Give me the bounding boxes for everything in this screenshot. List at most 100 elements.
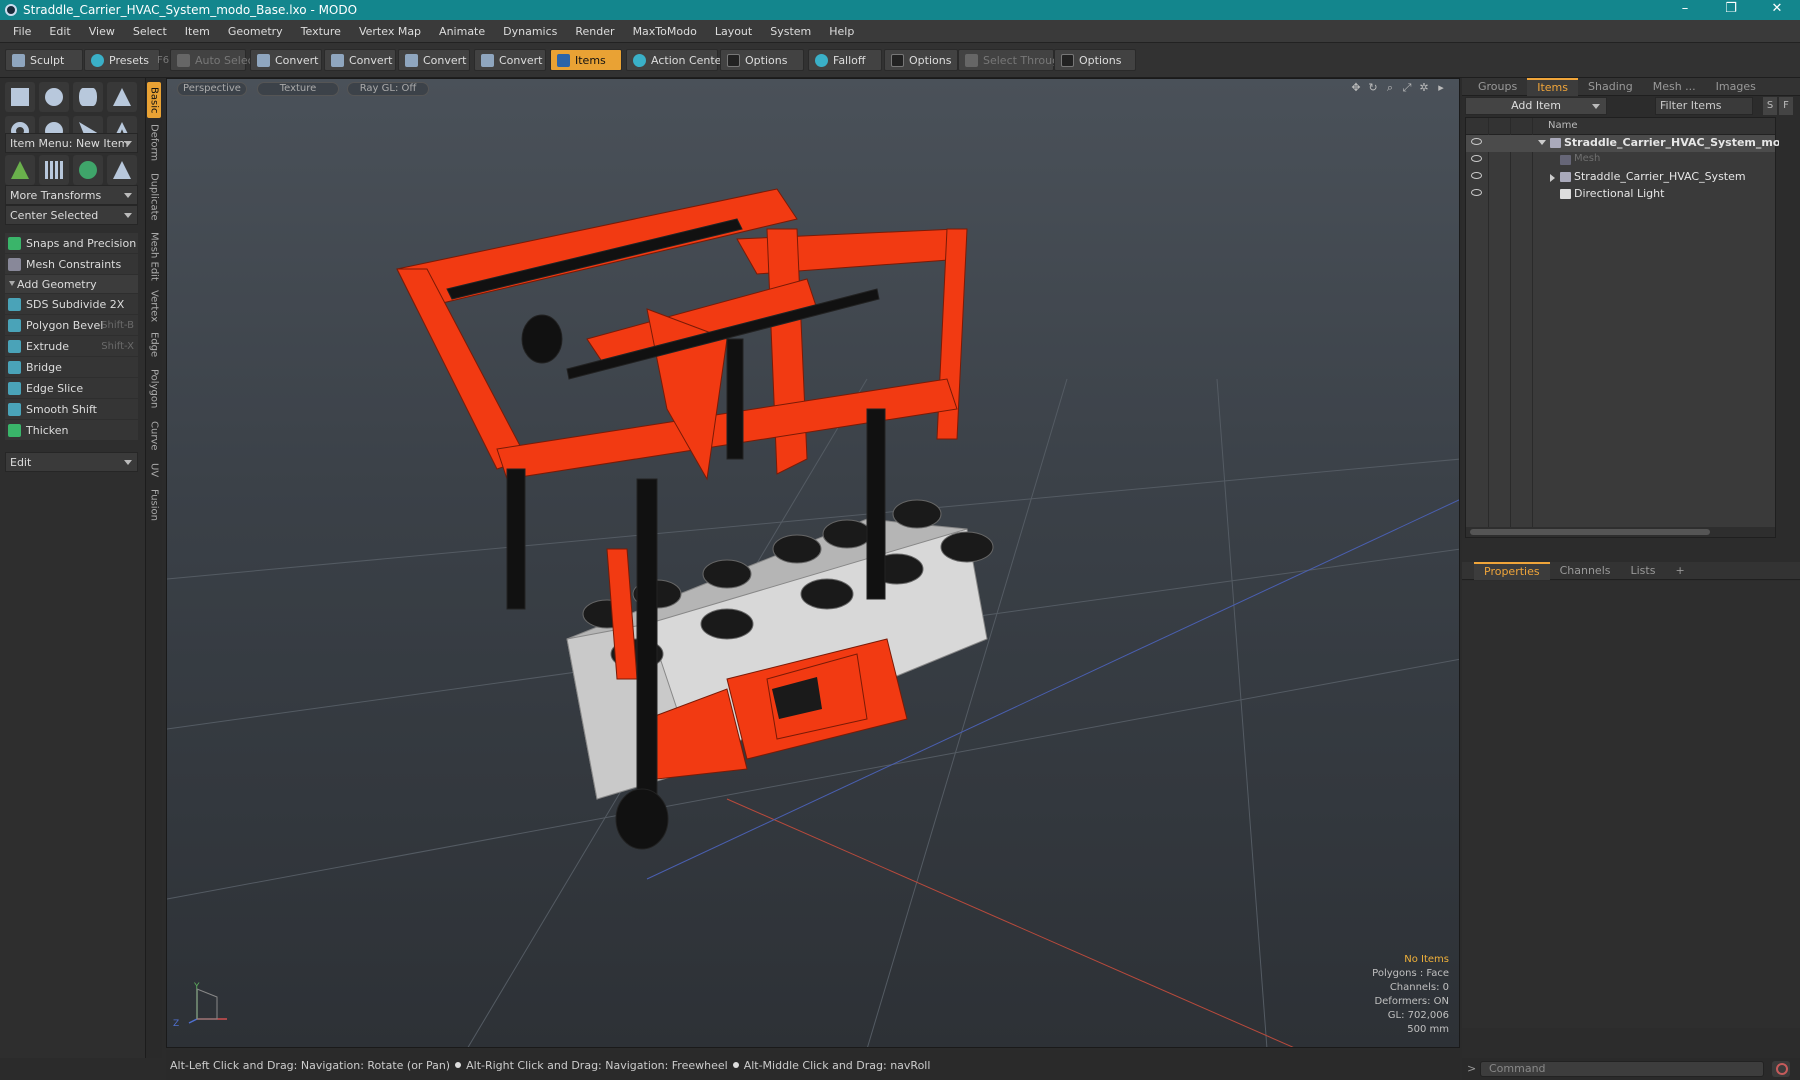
scrollbar-thumb[interactable]	[1470, 529, 1710, 535]
viewport-menu-icon[interactable]: ▸	[1435, 82, 1447, 94]
menu-animate[interactable]: Animate	[430, 25, 494, 38]
menu-geometry[interactable]: Geometry	[219, 25, 292, 38]
tab-polygon[interactable]: Polygon	[147, 364, 161, 414]
3d-viewport[interactable]: Perspective Texture Ray GL: Off ✥ ↻ ⌕ ⤢ …	[166, 78, 1460, 1048]
fit-view-icon[interactable]: ⤢	[1401, 82, 1413, 94]
viewport-settings-icon[interactable]: ✲	[1418, 82, 1430, 94]
extrude-button[interactable]: Extrude Shift-X	[5, 336, 138, 356]
menu-help[interactable]: Help	[820, 25, 863, 38]
menu-render[interactable]: Render	[566, 25, 623, 38]
polygon-bevel-button[interactable]: Polygon Bevel Shift-B	[5, 315, 138, 335]
tab-deform[interactable]: Deform	[147, 120, 161, 166]
maximize-button[interactable]: ❐	[1708, 0, 1754, 20]
tab-groups[interactable]: Groups	[1462, 78, 1527, 96]
tab-shading[interactable]: Shading	[1578, 78, 1643, 96]
falloff-options-button[interactable]: Options	[884, 49, 958, 71]
filter-s-button[interactable]: S	[1763, 97, 1777, 115]
tree-row-group[interactable]: Straddle_Carrier_HVAC_System	[1466, 169, 1775, 186]
items-vertical-scrollbar[interactable]	[1779, 118, 1793, 538]
tab-edge[interactable]: Edge	[147, 328, 161, 362]
zoom-view-icon[interactable]: ⌕	[1384, 82, 1396, 94]
tab-properties[interactable]: Properties	[1474, 562, 1550, 580]
mesh-constraints-button[interactable]: Mesh Constraints	[5, 254, 138, 274]
tree-row-mesh[interactable]: Mesh	[1466, 152, 1775, 169]
filter-items-input[interactable]: Filter Items	[1655, 97, 1753, 115]
visibility-eye-icon[interactable]	[1471, 155, 1482, 162]
menu-view[interactable]: View	[80, 25, 124, 38]
menu-texture[interactable]: Texture	[292, 25, 350, 38]
bridge-button[interactable]: Bridge	[5, 357, 138, 377]
tab-mesh[interactable]: Mesh ...	[1643, 78, 1706, 96]
add-geometry-section[interactable]: Add Geometry	[5, 275, 138, 293]
select-through-options-button[interactable]: Options	[1054, 49, 1136, 71]
more-transforms-dropdown[interactable]: More Transforms	[5, 185, 138, 205]
menu-layout[interactable]: Layout	[706, 25, 761, 38]
menu-dynamics[interactable]: Dynamics	[494, 25, 566, 38]
shading-mode-selector[interactable]: Texture	[257, 82, 339, 96]
grid-tool[interactable]	[39, 155, 69, 185]
auto-select-button[interactable]: Auto Select	[170, 49, 258, 71]
select-through-button[interactable]: Select Through	[958, 49, 1066, 71]
raygl-toggle[interactable]: Ray GL: Off	[347, 82, 429, 96]
sculpt-button[interactable]: Sculpt	[5, 49, 83, 71]
move-view-icon[interactable]: ✥	[1350, 82, 1362, 94]
sphere-tool[interactable]	[39, 82, 69, 112]
convert-vertices-button[interactable]: Convert	[250, 49, 322, 71]
sds-subdivide-button[interactable]: SDS Subdivide 2X	[5, 294, 138, 314]
center-selected-dropdown[interactable]: Center Selected	[5, 205, 138, 225]
visibility-eye-icon[interactable]	[1471, 189, 1482, 196]
convert-edges-button[interactable]: Convert	[324, 49, 396, 71]
presets-button[interactable]: Presets F6	[84, 49, 169, 71]
snaps-and-precision-button[interactable]: Snaps and Precision	[5, 233, 138, 253]
tab-channels[interactable]: Channels	[1550, 562, 1621, 580]
items-horizontal-scrollbar[interactable]	[1466, 527, 1775, 537]
tab-mesh-edit[interactable]: Mesh Edit	[147, 228, 161, 284]
name-column-header[interactable]: Name	[1548, 120, 1578, 131]
tab-vertex[interactable]: Vertex	[147, 286, 161, 326]
add-item-dropdown[interactable]: Add Item	[1465, 97, 1607, 115]
smooth-shift-button[interactable]: Smooth Shift	[5, 399, 138, 419]
tree-row-scene[interactable]: Straddle_Carrier_HVAC_System_mo...	[1466, 135, 1793, 152]
tab-curve[interactable]: Curve	[147, 416, 161, 456]
pyramid-tool[interactable]	[107, 155, 137, 185]
visibility-eye-icon[interactable]	[1471, 138, 1482, 145]
edit-dropdown[interactable]: Edit	[5, 452, 138, 472]
cone-tool[interactable]	[107, 82, 137, 112]
close-button[interactable]: ✕	[1754, 0, 1800, 20]
menu-maxtomodo[interactable]: MaxToModo	[624, 25, 706, 38]
filter-f-button[interactable]: F	[1779, 97, 1793, 115]
tree-row-light[interactable]: Directional Light	[1466, 186, 1775, 203]
collapse-arrow-icon[interactable]	[1538, 140, 1546, 145]
menu-edit[interactable]: Edit	[40, 25, 79, 38]
minimize-button[interactable]: –	[1662, 0, 1708, 20]
thicken-button[interactable]: Thicken	[5, 420, 138, 440]
command-history-button[interactable]	[1772, 1061, 1790, 1077]
cylinder-tool[interactable]	[73, 82, 103, 112]
menu-file[interactable]: File	[4, 25, 40, 38]
view-mode-selector[interactable]: Perspective	[177, 82, 247, 96]
tab-lists[interactable]: Lists	[1621, 562, 1666, 580]
cube-tool[interactable]	[5, 82, 35, 112]
menu-vertex-map[interactable]: Vertex Map	[350, 25, 430, 38]
expand-arrow-icon[interactable]	[1550, 174, 1555, 182]
menu-select[interactable]: Select	[124, 25, 176, 38]
items-mode-button[interactable]: Items	[550, 49, 622, 71]
visibility-eye-icon[interactable]	[1471, 172, 1482, 179]
tab-fusion[interactable]: Fusion	[147, 484, 161, 526]
tab-items[interactable]: Items	[1527, 77, 1579, 96]
edge-slice-button[interactable]: Edge Slice	[5, 378, 138, 398]
tab-basic[interactable]: Basic	[147, 82, 161, 118]
menu-item[interactable]: Item	[176, 25, 219, 38]
tab-duplicate[interactable]: Duplicate	[147, 168, 161, 226]
add-tab-icon[interactable]: +	[1665, 562, 1694, 580]
command-input[interactable]: Command	[1480, 1061, 1764, 1077]
convert-materials-button[interactable]: Convert	[474, 49, 546, 71]
convert-polygons-button[interactable]: Convert	[398, 49, 470, 71]
menu-system[interactable]: System	[761, 25, 820, 38]
falloff-button[interactable]: Falloff	[808, 49, 882, 71]
globe-tool[interactable]	[73, 155, 103, 185]
item-menu-dropdown[interactable]: Item Menu: New Item	[5, 133, 138, 153]
tab-uv[interactable]: UV	[147, 458, 161, 482]
action-center-options-button[interactable]: Options	[720, 49, 804, 71]
transform-tool[interactable]	[5, 155, 35, 185]
